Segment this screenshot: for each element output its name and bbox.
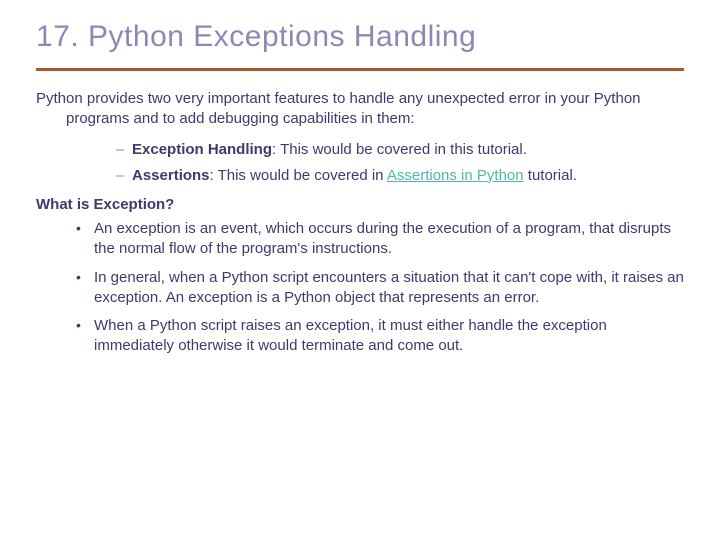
bullet-item: In general, when a Python script encount… [76,268,684,309]
feature-sublist: Exception Handling: This would be covere… [116,140,684,187]
sublist-bold-label: Assertions [132,167,210,184]
bullet-item: When a Python script raises an exception… [76,316,684,357]
sublist-bold-label: Exception Handling [132,141,272,158]
sublist-item-assertions: Assertions: This would be covered in Ass… [116,166,684,186]
sublist-text: : This would be covered in [210,167,387,184]
intro-paragraph: Python provides two very important featu… [36,89,684,130]
sublist-text: : This would be covered in this tutorial… [272,141,527,158]
assertions-link[interactable]: Assertions in Python [387,167,524,184]
slide-title: 17. Python Exceptions Handling [36,20,684,54]
sublist-text: tutorial. [524,167,577,184]
sublist-item-exception-handling: Exception Handling: This would be covere… [116,140,684,160]
bullet-list: An exception is an event, which occurs d… [76,219,684,357]
section-heading: What is Exception? [36,196,684,213]
title-divider [36,68,684,71]
bullet-item: An exception is an event, which occurs d… [76,219,684,260]
